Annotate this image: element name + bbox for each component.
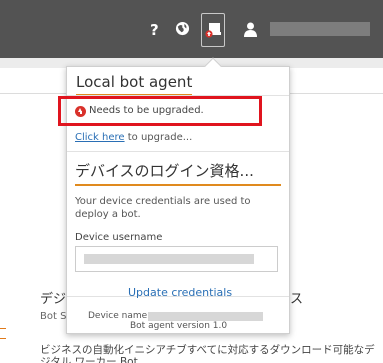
divider xyxy=(67,151,289,152)
status-text: Needs to be upgraded. xyxy=(89,105,204,116)
device-name-label: Device name xyxy=(88,311,148,321)
upgrade-line: Click here to upgrade... xyxy=(75,132,192,143)
background-heading-tail: ス xyxy=(290,292,304,307)
device-username-label: Device username xyxy=(75,232,163,243)
accent-line xyxy=(0,328,6,329)
upgrade-link[interactable]: Click here xyxy=(75,132,125,143)
page-divider xyxy=(290,93,383,94)
redacted-value xyxy=(84,254,254,264)
page-divider xyxy=(0,93,70,94)
globe-icon[interactable] xyxy=(175,21,190,36)
bot-agent-upgrade-icon xyxy=(205,23,221,38)
update-credentials-button[interactable]: Update credentials xyxy=(128,286,232,299)
background-subtext: Bot S xyxy=(40,311,66,322)
accent-line xyxy=(0,338,6,339)
background-description: ビジネスの自動化イニシアチブすべてに対応するダウンロード可能なデジタル ワーカー… xyxy=(40,344,375,363)
background-heading: デジ xyxy=(40,292,66,307)
device-name-redacted xyxy=(148,312,263,321)
top-navigation-bar: ? xyxy=(0,0,383,58)
help-icon[interactable]: ? xyxy=(150,23,159,38)
upgrade-suffix: to upgrade... xyxy=(124,132,193,143)
credentials-description: Your device credentials are used to depl… xyxy=(75,196,251,220)
device-username-input[interactable] xyxy=(75,246,278,272)
popup-title: Local bot agent xyxy=(76,73,193,96)
user-name-redacted[interactable] xyxy=(270,22,370,36)
device-login-heading: デバイスのログイン資格... xyxy=(75,160,281,186)
upgrade-arrow-icon xyxy=(75,106,86,117)
agent-version: Bot agent version 1.0 xyxy=(130,321,228,331)
user-icon[interactable] xyxy=(244,22,257,37)
bot-agent-button[interactable] xyxy=(201,13,225,47)
